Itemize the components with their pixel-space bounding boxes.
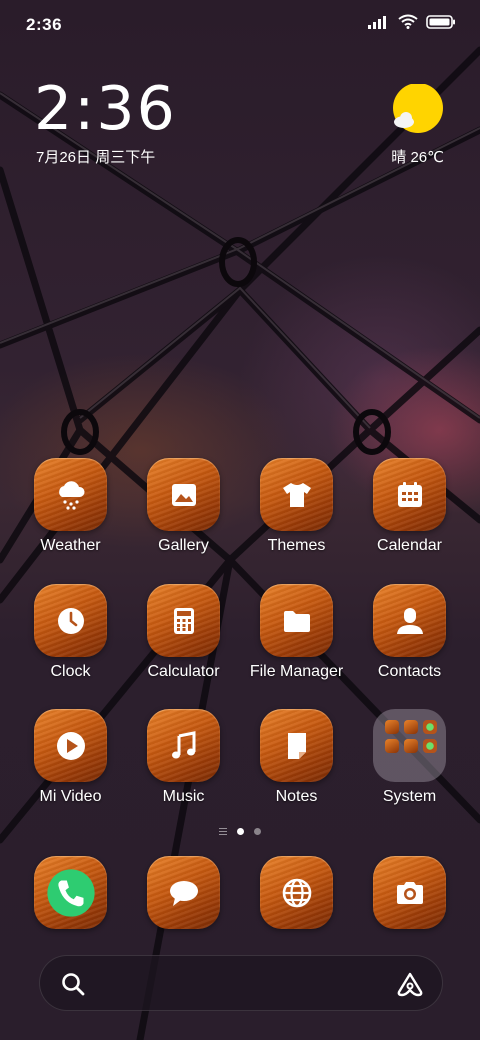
wifi-icon — [398, 14, 418, 29]
search-bar[interactable] — [39, 955, 443, 1011]
sunny-cloud-icon — [393, 83, 443, 133]
status-icons — [368, 14, 456, 29]
system-folder-icon — [373, 709, 446, 782]
app-label: Themes — [267, 537, 326, 554]
messages-icon — [147, 856, 220, 929]
page-indicator[interactable] — [0, 828, 480, 835]
browser-icon — [260, 856, 333, 929]
notes-icon — [260, 709, 333, 782]
dock — [14, 856, 466, 930]
dock-phone[interactable] — [14, 856, 127, 966]
app-label: Mi Video — [39, 788, 102, 805]
app-label: File Manager — [249, 663, 344, 680]
app-label: Gallery — [158, 537, 209, 554]
app-label: Calendar — [377, 537, 442, 554]
app-themes[interactable]: Themes — [240, 458, 353, 568]
app-contacts[interactable]: Contacts — [353, 584, 466, 694]
search-icon[interactable] — [60, 971, 86, 997]
app-label: System — [382, 788, 437, 805]
dock-camera[interactable] — [353, 856, 466, 966]
calculator-icon — [147, 584, 220, 657]
folder-icon — [260, 584, 333, 657]
app-notes[interactable]: Notes — [240, 709, 353, 819]
page-dot — [254, 828, 261, 835]
battery-icon — [426, 14, 455, 29]
app-mi-video[interactable]: Mi Video — [14, 709, 127, 819]
weather-icon — [34, 458, 107, 531]
clock-widget-time[interactable]: 2:36 — [34, 74, 177, 144]
phone-app-icon — [34, 856, 107, 929]
clock-widget-date: 7月26日 周三下午 — [36, 149, 156, 166]
clock-icon — [34, 584, 107, 657]
calendar-icon — [373, 458, 446, 531]
weather-text: 晴 26℃ — [391, 149, 444, 166]
app-calculator[interactable]: Calculator — [127, 584, 240, 694]
dock-messages[interactable] — [127, 856, 240, 966]
assistant-icon[interactable] — [396, 971, 424, 997]
app-label: Notes — [275, 788, 318, 805]
app-file-manager[interactable]: File Manager — [240, 584, 353, 694]
music-icon — [147, 709, 220, 782]
app-label: Weather — [40, 537, 101, 554]
dock-browser[interactable] — [240, 856, 353, 966]
gallery-icon — [147, 458, 220, 531]
app-gallery[interactable]: Gallery — [127, 458, 240, 568]
themes-icon — [260, 458, 333, 531]
contacts-icon — [373, 584, 446, 657]
app-music[interactable]: Music — [127, 709, 240, 819]
app-calendar[interactable]: Calendar — [353, 458, 466, 568]
app-label: Music — [162, 788, 205, 805]
signal-icon — [368, 15, 386, 29]
page-dot-active — [237, 828, 244, 835]
feed-page-indicator-icon — [219, 828, 227, 835]
app-system-folder[interactable]: System — [353, 709, 466, 819]
app-label: Clock — [50, 663, 91, 680]
status-time: 2:36 — [26, 15, 63, 34]
camera-icon — [373, 856, 446, 929]
status-bar: 2:36 — [0, 0, 480, 50]
video-icon — [34, 709, 107, 782]
app-weather[interactable]: Weather — [14, 458, 127, 568]
app-label: Contacts — [377, 663, 442, 680]
weather-widget[interactable]: 晴 26℃ — [384, 83, 444, 166]
app-clock[interactable]: Clock — [14, 584, 127, 694]
app-label: Calculator — [147, 663, 220, 680]
